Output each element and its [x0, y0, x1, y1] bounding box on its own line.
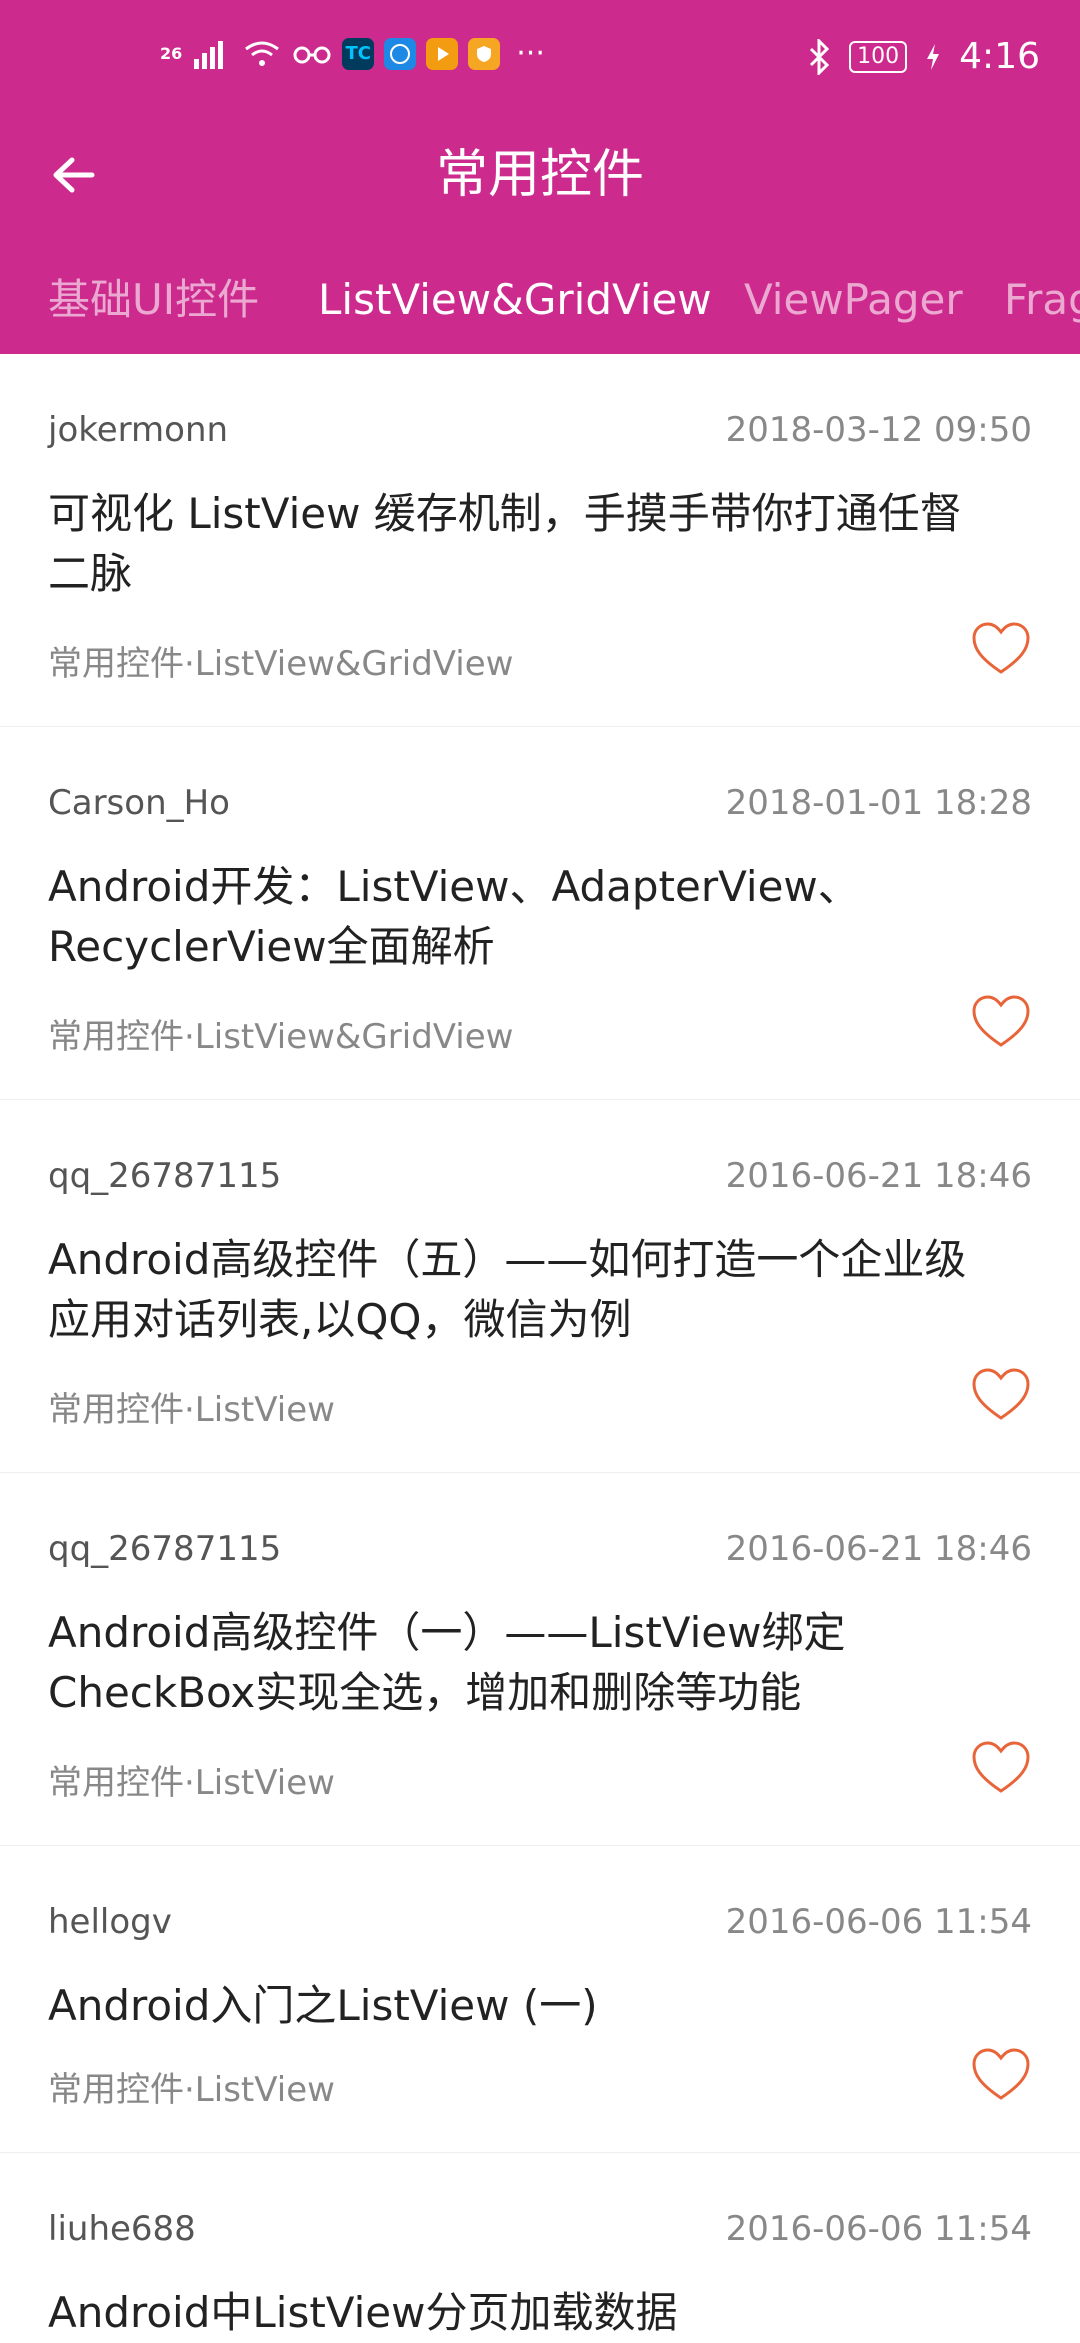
signal-label: 26 — [160, 44, 183, 63]
tab-viewpager[interactable]: ViewPager — [744, 270, 963, 330]
post-date: 2016-06-21 18:46 — [725, 1529, 1032, 1569]
heart-icon[interactable] — [970, 1366, 1032, 1424]
author-name: qq_26787115 — [48, 1529, 282, 1569]
title-line: 可视化 ListView 缓存机制，手摸手带你打通任督 — [48, 489, 962, 538]
heart-icon[interactable] — [970, 1739, 1032, 1797]
page-title: 常用控件 — [435, 145, 644, 205]
article-category: 常用控件·ListView — [48, 1390, 335, 1430]
article-category: 常用控件·ListView&GridView — [48, 644, 514, 684]
post-date: 2016-06-21 18:46 — [725, 1156, 1032, 1196]
tab-listview-gridview[interactable]: ListView&GridView — [318, 270, 712, 330]
status-bar: 26 TC ··· 100 4:16 — [0, 0, 1080, 120]
author-name: liuhe688 — [48, 2209, 196, 2249]
battery-icon: 100 — [849, 40, 908, 73]
post-date: 2016-06-06 11:54 — [725, 1902, 1032, 1942]
article-title[interactable]: Android高级控件（一）——ListView绑定 CheckBox实现全选，… — [48, 1603, 1028, 1723]
article-category: 常用控件·ListView&GridView — [48, 1017, 514, 1057]
tc-app-icon: TC — [342, 37, 375, 70]
list-item[interactable]: jokermonn 2018-03-12 09:50 可视化 ListView … — [0, 354, 1080, 727]
list-item[interactable]: hellogv 2016-06-06 11:54 Android入门之ListV… — [0, 1846, 1080, 2153]
list-item[interactable]: qq_26787115 2016-06-21 18:46 Android高级控件… — [0, 1473, 1080, 1846]
title-line: CheckBox实现全选，增加和删除等功能 — [48, 1668, 802, 1717]
title-line: Android高级控件（五）——如何打造一个企业级 — [48, 1235, 967, 1284]
glasses-icon — [293, 46, 331, 63]
author-name: jokermonn — [48, 410, 229, 450]
author-name: hellogv — [48, 1902, 172, 1942]
status-left-icons: 26 TC ··· — [160, 36, 545, 71]
title-line: 应用对话列表,以QQ，微信为例 — [48, 1295, 632, 1344]
bluetooth-icon — [810, 38, 830, 75]
heart-icon[interactable] — [970, 993, 1032, 1051]
top-app-bar: 26 TC ··· 100 4:16 常用控件 基础UI控件 ListView&… — [0, 0, 1080, 354]
status-time: 4:16 — [959, 36, 1040, 77]
title-line: 二脉 — [48, 549, 133, 598]
shield-app-icon — [468, 37, 501, 70]
heart-icon[interactable] — [970, 2046, 1032, 2104]
title-line: Android开发：ListView、AdapterView、 — [48, 862, 860, 911]
title-line: Android入门之ListView (一) — [48, 1981, 598, 2030]
title-line: Android高级控件（一）——ListView绑定 — [48, 1608, 846, 1657]
video-app-icon — [426, 37, 459, 70]
heart-icon[interactable] — [970, 620, 1032, 678]
post-date: 2018-03-12 09:50 — [725, 410, 1032, 450]
status-right-icons: 100 4:16 — [807, 36, 1040, 77]
list-item[interactable]: qq_26787115 2016-06-21 18:46 Android高级控件… — [0, 1100, 1080, 1473]
article-title[interactable]: Android高级控件（五）——如何打造一个企业级 应用对话列表,以QQ，微信为… — [48, 1230, 1028, 1350]
signal-icon — [194, 40, 224, 69]
tab-bar: 基础UI控件 ListView&GridView ViewPager Frag — [0, 270, 1080, 330]
more-icon: ··· — [516, 36, 545, 71]
title-line: Android中ListView分页加载数据 — [48, 2288, 678, 2337]
browser-app-icon — [384, 37, 417, 70]
author-name: qq_26787115 — [48, 1156, 282, 1196]
author-name: Carson_Ho — [48, 783, 230, 823]
article-title[interactable]: Android中ListView分页加载数据 — [48, 2283, 1028, 2343]
tab-basic-ui[interactable]: 基础UI控件 — [48, 270, 259, 330]
post-date: 2018-01-01 18:28 — [725, 783, 1032, 823]
battery-level: 100 — [857, 44, 900, 69]
wifi-icon — [245, 41, 280, 66]
article-list: jokermonn 2018-03-12 09:50 可视化 ListView … — [0, 354, 1080, 2337]
list-item[interactable]: liuhe688 2016-06-06 11:54 Android中ListVi… — [0, 2153, 1080, 2337]
list-item[interactable]: Carson_Ho 2018-01-01 18:28 Android开发：Lis… — [0, 727, 1080, 1100]
article-title[interactable]: Android入门之ListView (一) — [48, 1976, 1028, 2036]
article-title[interactable]: 可视化 ListView 缓存机制，手摸手带你打通任督 二脉 — [48, 484, 1028, 604]
title-line: RecyclerView全面解析 — [48, 922, 495, 971]
article-category: 常用控件·ListView — [48, 1763, 335, 1803]
charging-icon — [927, 43, 940, 70]
post-date: 2016-06-06 11:54 — [725, 2209, 1032, 2249]
tab-fragment[interactable]: Frag — [1004, 270, 1080, 330]
article-category: 常用控件·ListView — [48, 2070, 335, 2110]
article-title[interactable]: Android开发：ListView、AdapterView、 Recycler… — [48, 857, 1028, 977]
